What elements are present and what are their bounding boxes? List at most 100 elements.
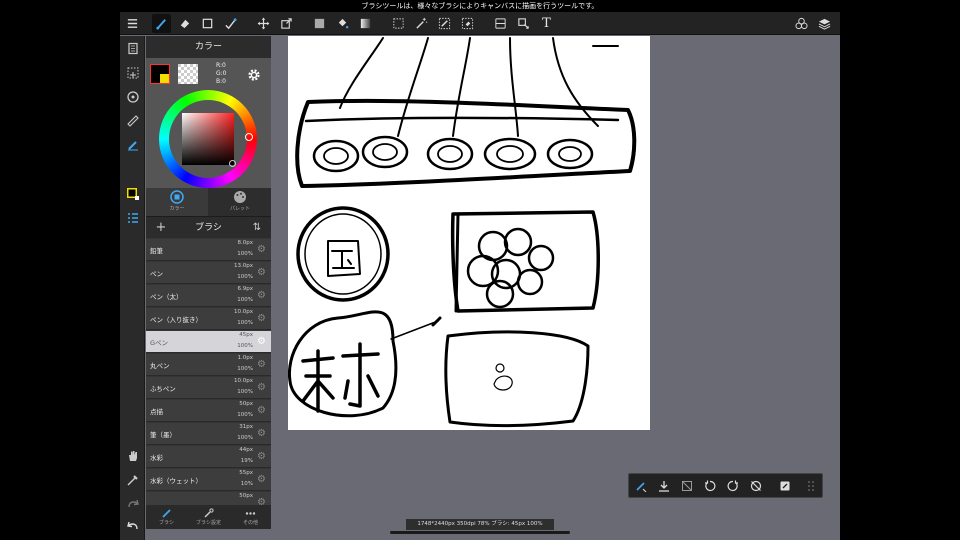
hue-handle[interactable] bbox=[245, 133, 253, 141]
brush-row[interactable]: 点描 50px 100% ⚙ bbox=[146, 400, 271, 422]
brush-settings-gear-icon[interactable]: ⚙ bbox=[256, 336, 267, 347]
brush-opacity: 100% bbox=[237, 251, 253, 257]
gradient-icon[interactable] bbox=[356, 14, 375, 33]
brush-settings-gear-icon[interactable]: ⚙ bbox=[256, 290, 267, 301]
square-icon[interactable] bbox=[198, 14, 217, 33]
color-swatch-icon[interactable] bbox=[123, 184, 142, 203]
color-settings-gear-icon[interactable] bbox=[247, 67, 261, 81]
brush-settings-gear-icon[interactable]: ⚙ bbox=[256, 244, 267, 255]
brush-size: 31px bbox=[239, 424, 253, 430]
accent-swatch bbox=[160, 74, 169, 83]
hand-correction-icon[interactable] bbox=[123, 135, 142, 154]
selection-display-icon[interactable] bbox=[123, 63, 142, 82]
brush-name: 水彩（ウェット） bbox=[150, 477, 202, 485]
hue-wheel[interactable] bbox=[159, 90, 257, 188]
brush-size: 45px bbox=[239, 332, 253, 338]
layer-list-icon[interactable] bbox=[123, 208, 142, 227]
edit-icon[interactable] bbox=[776, 477, 794, 495]
brush-row[interactable]: 筆（墨） 31px 100% ⚙ bbox=[146, 423, 271, 445]
select-eraser-icon[interactable] bbox=[458, 14, 477, 33]
rotate-disable-icon[interactable] bbox=[747, 477, 765, 495]
eyedropper-icon[interactable] bbox=[123, 470, 142, 489]
redo-icon[interactable] bbox=[724, 477, 742, 495]
material-icon[interactable] bbox=[792, 14, 811, 33]
sort-brushes-button[interactable]: ⇅ bbox=[250, 220, 264, 236]
brush-row[interactable]: 50px ⚙ bbox=[146, 492, 271, 505]
saturation-square[interactable] bbox=[182, 113, 234, 165]
brush-name: Gペン bbox=[150, 339, 169, 347]
brush-row[interactable]: ふちペン 10.0px 100% ⚙ bbox=[146, 377, 271, 399]
brush-settings-gear-icon[interactable]: ⚙ bbox=[256, 359, 267, 370]
tab-palette[interactable]: パレット bbox=[209, 188, 271, 216]
text-icon[interactable]: T bbox=[537, 14, 556, 33]
menu-icon[interactable] bbox=[123, 14, 142, 33]
brush-settings-gear-icon[interactable]: ⚙ bbox=[256, 267, 267, 278]
snap-icon[interactable] bbox=[491, 14, 510, 33]
rotate-canvas-icon[interactable] bbox=[123, 87, 142, 106]
brush-settings-gear-icon[interactable]: ⚙ bbox=[256, 474, 267, 485]
download-icon[interactable] bbox=[655, 477, 673, 495]
brush-row[interactable]: 丸ペン 1.0px 100% ⚙ bbox=[146, 354, 271, 376]
hand-correction-icon[interactable] bbox=[632, 477, 650, 495]
magic-select-icon[interactable] bbox=[221, 14, 240, 33]
brush-opacity: 100% bbox=[237, 412, 253, 418]
brush-row[interactable]: Gペン 45px 100% ⚙ bbox=[146, 331, 271, 353]
brush-row[interactable]: 鉛筆 8.0px 100% ⚙ bbox=[146, 239, 271, 261]
fill-color-icon[interactable] bbox=[310, 14, 329, 33]
color-tabs: カラー パレット bbox=[146, 188, 271, 216]
brush-name: 筆（墨） bbox=[150, 431, 176, 439]
select-rect-icon[interactable] bbox=[389, 14, 408, 33]
hand-tool-icon[interactable] bbox=[123, 446, 142, 465]
brush-settings-gear-icon[interactable]: ⚙ bbox=[256, 313, 267, 324]
transform-icon[interactable] bbox=[277, 14, 296, 33]
drawing-canvas[interactable] bbox=[287, 36, 650, 430]
redo-icon[interactable] bbox=[123, 494, 142, 513]
pages-icon[interactable] bbox=[123, 39, 142, 58]
sv-handle[interactable] bbox=[229, 160, 236, 167]
brush-row[interactable]: 水彩（ウェット） 55px 10% ⚙ bbox=[146, 469, 271, 491]
brush-opacity: 100% bbox=[237, 320, 253, 326]
brush-name: ふちペン bbox=[150, 385, 176, 393]
select-pen-icon[interactable] bbox=[435, 14, 454, 33]
add-brush-button[interactable]: + bbox=[154, 220, 168, 236]
tab-brush[interactable]: ブラシ bbox=[146, 505, 187, 529]
foreground-swatch[interactable] bbox=[150, 64, 170, 84]
brush-row[interactable]: ペン 13.0px 100% ⚙ bbox=[146, 262, 271, 284]
clear-icon[interactable] bbox=[678, 477, 696, 495]
tab-other[interactable]: その他 bbox=[230, 505, 271, 529]
magic-wand-icon[interactable] bbox=[412, 14, 431, 33]
bucket-icon[interactable] bbox=[333, 14, 352, 33]
layers-icon[interactable] bbox=[815, 14, 834, 33]
brush-row[interactable]: 水彩 44px 19% ⚙ bbox=[146, 446, 271, 468]
brush-row[interactable]: ペン（入り抜き） 10.0px 100% ⚙ bbox=[146, 308, 271, 330]
system-status-bar: ブラシツールは、様々なブラシによりキャンバスに描画を行うツールです。 bbox=[0, 0, 960, 12]
eraser-icon[interactable] bbox=[175, 14, 194, 33]
tab-brush-settings[interactable]: ブラシ設定 bbox=[188, 505, 229, 529]
tab-color[interactable]: カラー bbox=[146, 188, 208, 216]
rgb-readout: R:0 G:0 B:0 bbox=[216, 62, 227, 85]
brush-row[interactable]: ペン（太） 6.9px 100% ⚙ bbox=[146, 285, 271, 307]
home-indicator[interactable] bbox=[390, 531, 570, 534]
brush-settings-gear-icon[interactable]: ⚙ bbox=[256, 405, 267, 416]
grip-handle-icon[interactable] bbox=[802, 477, 820, 495]
brush-opacity: 100% bbox=[237, 343, 253, 349]
brush-size: 50px bbox=[239, 493, 253, 499]
operation-icon[interactable] bbox=[514, 14, 533, 33]
brush-opacity: 19% bbox=[240, 458, 253, 464]
side-panel: カラー R:0 G:0 B:0 カラー パレット ブラシ + ⇅ 鉛筆 8.0p… bbox=[146, 36, 271, 529]
move-icon[interactable] bbox=[254, 14, 273, 33]
app-window: T カラー R:0 G:0 B:0 カラー パレット ブラシ + ⇅ 鉛筆 8.… bbox=[120, 12, 840, 540]
brush-settings-gear-icon[interactable]: ⚙ bbox=[256, 451, 267, 462]
ruler-icon[interactable] bbox=[123, 111, 142, 130]
background-swatch[interactable] bbox=[178, 64, 198, 84]
undo-icon[interactable] bbox=[701, 477, 719, 495]
quick-action-bar bbox=[628, 473, 823, 498]
brush-settings-gear-icon[interactable]: ⚙ bbox=[256, 382, 267, 393]
brush-size: 10.0px bbox=[234, 378, 253, 384]
brush-opacity: 100% bbox=[237, 435, 253, 441]
brush-settings-gear-icon[interactable]: ⚙ bbox=[256, 497, 267, 505]
brush-name: ペン bbox=[150, 270, 163, 278]
brush-settings-gear-icon[interactable]: ⚙ bbox=[256, 428, 267, 439]
brush-icon[interactable] bbox=[152, 14, 171, 33]
undo-icon[interactable] bbox=[123, 516, 142, 535]
